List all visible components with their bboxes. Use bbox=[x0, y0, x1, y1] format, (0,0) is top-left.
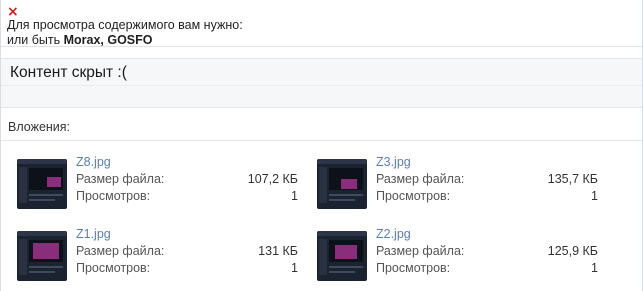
access-notice: × Для просмотра содержимого вам нужно: и… bbox=[1, 0, 642, 47]
hidden-content-block: Контент скрыт :( bbox=[1, 58, 642, 108]
file-size-value: 131 КБ bbox=[258, 244, 298, 258]
attachment-thumbnail[interactable] bbox=[316, 158, 368, 210]
notice-line-1: Для просмотра содержимого вам нужно: bbox=[7, 18, 243, 32]
allowed-users: Morax, GOSFO bbox=[63, 33, 153, 47]
attachment-link[interactable]: Z1.jpg bbox=[76, 227, 111, 241]
hidden-content-title: Контент скрыт :( bbox=[10, 64, 127, 81]
views-value: 1 bbox=[591, 189, 598, 203]
views-label: Просмотров: bbox=[76, 189, 151, 203]
views-row: Просмотров: 1 bbox=[76, 261, 298, 275]
views-row: Просмотров: 1 bbox=[76, 189, 298, 203]
notice-prefix: или быть bbox=[7, 33, 64, 47]
file-size-label: Размер файла: bbox=[376, 172, 465, 186]
attachment-thumbnail[interactable] bbox=[16, 158, 68, 210]
file-size-row: Размер файла: 135,7 КБ bbox=[376, 172, 598, 186]
close-icon[interactable]: × bbox=[7, 5, 19, 19]
attachments-heading: Вложения: bbox=[1, 112, 642, 141]
file-size-label: Размер файла: bbox=[76, 244, 165, 258]
divider bbox=[1, 85, 642, 86]
views-row: Просмотров: 1 bbox=[376, 189, 598, 203]
file-size-label: Размер файла: bbox=[376, 244, 465, 258]
thumbnail-image bbox=[17, 159, 67, 209]
thumbnail-image bbox=[17, 231, 67, 281]
attachment-item: Z2.jpg Размер файла: 125,9 КБ Просмотров… bbox=[316, 227, 598, 282]
attachment-link[interactable]: Z3.jpg bbox=[376, 155, 411, 169]
attachments-grid: Z8.jpg Размер файла: 107,2 КБ Просмотров… bbox=[1, 141, 642, 291]
file-size-row: Размер файла: 131 КБ bbox=[76, 244, 298, 258]
notice-line-2: или быть Morax, GOSFO bbox=[7, 33, 636, 48]
file-size-label: Размер файла: bbox=[76, 172, 165, 186]
views-value: 1 bbox=[291, 261, 298, 275]
file-size-value: 107,2 КБ bbox=[247, 172, 298, 186]
attachment-link[interactable]: Z8.jpg bbox=[76, 155, 111, 169]
file-size-value: 135,7 КБ bbox=[547, 172, 598, 186]
views-label: Просмотров: bbox=[76, 261, 151, 275]
thumbnail-image bbox=[317, 159, 367, 209]
views-label: Просмотров: bbox=[376, 261, 451, 275]
views-row: Просмотров: 1 bbox=[376, 261, 598, 275]
file-size-row: Размер файла: 125,9 КБ bbox=[376, 244, 598, 258]
post-content: × Для просмотра содержимого вам нужно: и… bbox=[0, 0, 643, 291]
views-label: Просмотров: bbox=[376, 189, 451, 203]
file-size-row: Размер файла: 107,2 КБ bbox=[76, 172, 298, 186]
thumbnail-image bbox=[317, 231, 367, 281]
attachment-link[interactable]: Z2.jpg bbox=[376, 227, 411, 241]
attachment-item: Z8.jpg Размер файла: 107,2 КБ Просмотров… bbox=[16, 155, 298, 210]
attachment-item: Z1.jpg Размер файла: 131 КБ Просмотров: … bbox=[16, 227, 298, 282]
file-size-value: 125,9 КБ bbox=[547, 244, 598, 258]
attachment-thumbnail[interactable] bbox=[316, 230, 368, 282]
attachment-item: Z3.jpg Размер файла: 135,7 КБ Просмотров… bbox=[316, 155, 598, 210]
views-value: 1 bbox=[591, 261, 598, 275]
views-value: 1 bbox=[291, 189, 298, 203]
attachment-thumbnail[interactable] bbox=[16, 230, 68, 282]
